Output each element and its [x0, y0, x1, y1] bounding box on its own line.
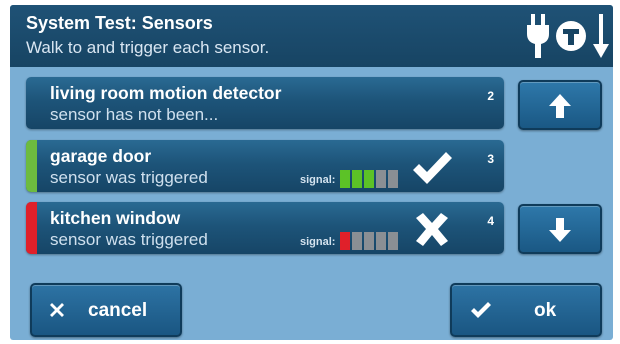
check-icon	[471, 302, 491, 318]
page-title: System Test: Sensors	[26, 13, 213, 33]
header-icons	[525, 12, 611, 60]
cancel-label: cancel	[88, 300, 148, 321]
page-subtitle: Walk to and trigger each sensor.	[26, 38, 270, 57]
signal-bar	[352, 232, 362, 250]
signal-bar	[340, 232, 350, 250]
signal-bar	[340, 170, 350, 188]
plug-icon	[527, 14, 549, 58]
status-indicator	[26, 202, 37, 254]
signal-meter	[340, 170, 400, 188]
signal-bar	[352, 170, 362, 188]
list-item[interactable]: kitchen window sensor was triggered 4 si…	[26, 202, 504, 254]
signal-bar	[376, 170, 386, 188]
signal-bar	[388, 170, 398, 188]
scroll-up-button[interactable]	[518, 80, 602, 130]
arrow-down-icon	[549, 218, 571, 242]
x-icon	[50, 303, 64, 317]
list-item[interactable]: garage door sensor was triggered 3 signa…	[26, 140, 504, 192]
sensor-number: 2	[487, 89, 494, 103]
list-item[interactable]: living room motion detector sensor has n…	[26, 77, 504, 129]
sensor-test-screen: System Test: Sensors Walk to and trigger…	[10, 5, 613, 340]
sensor-number: 3	[487, 152, 494, 166]
arrow-down-icon	[593, 14, 609, 58]
scroll-down-button[interactable]	[518, 204, 602, 254]
signal-bar	[376, 232, 386, 250]
signal-meter	[340, 232, 400, 250]
sensor-name: living room motion detector	[50, 83, 282, 103]
cancel-button[interactable]: cancel	[30, 283, 182, 337]
sensor-status: sensor has not been...	[50, 105, 219, 124]
signal-label: signal:	[300, 174, 336, 186]
signal-bar	[364, 232, 374, 250]
x-icon	[410, 210, 454, 250]
test-icon	[556, 21, 586, 51]
sensor-status: sensor was triggered	[50, 168, 208, 187]
signal-label: signal:	[300, 236, 336, 248]
ok-button[interactable]: ok	[450, 283, 602, 337]
sensor-name: kitchen window	[50, 208, 181, 228]
arrow-up-icon	[549, 94, 571, 118]
status-indicator	[26, 140, 37, 192]
signal-bar	[388, 232, 398, 250]
sensor-list: living room motion detector sensor has n…	[26, 77, 504, 271]
sensor-number: 4	[487, 214, 494, 228]
signal-bar	[364, 170, 374, 188]
check-icon	[410, 148, 454, 188]
header: System Test: Sensors Walk to and trigger…	[10, 5, 613, 67]
ok-label: ok	[534, 300, 557, 321]
sensor-status: sensor was triggered	[50, 230, 208, 249]
sensor-name: garage door	[50, 146, 152, 166]
